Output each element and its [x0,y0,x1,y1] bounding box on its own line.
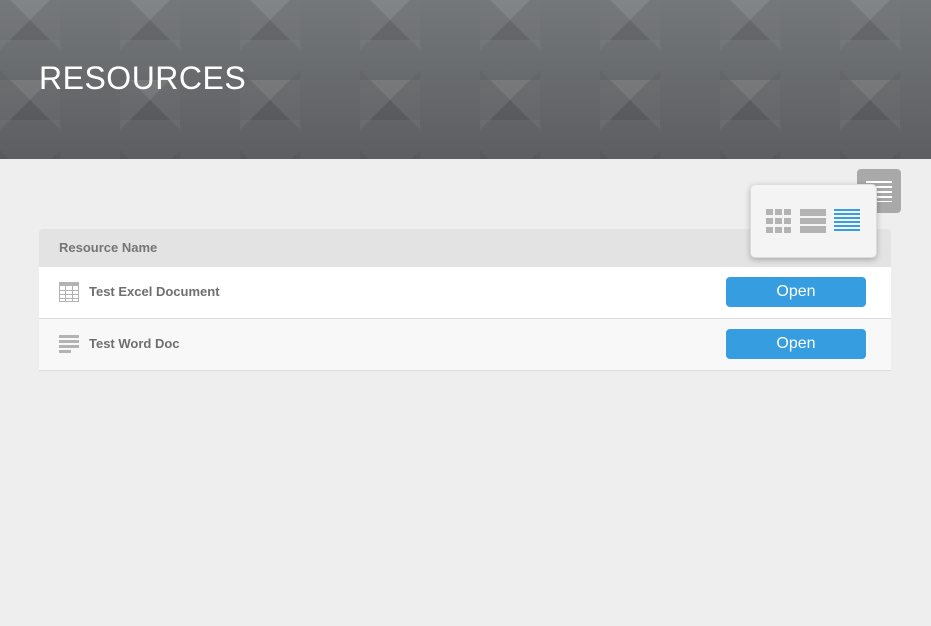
view-mode-popover [750,184,877,258]
document-icon [59,335,79,353]
row-view-icon [800,209,826,233]
grid-view-option[interactable] [766,209,792,233]
page-title: RESOURCES [39,60,247,96]
spreadsheet-icon [59,282,79,302]
list-view-option[interactable] [834,209,860,233]
page-header: RESOURCES [0,0,931,159]
table-row: Test Excel Document Open [39,267,891,319]
grid-view-icon [766,209,791,233]
row-view-option[interactable] [800,209,826,233]
table-row: Test Word Doc Open [39,319,891,371]
resource-name[interactable]: Test Word Doc [89,319,180,369]
resource-name[interactable]: Test Excel Document [89,267,220,317]
open-button[interactable]: Open [726,277,866,307]
open-button[interactable]: Open [726,329,866,359]
list-view-icon [834,209,860,231]
column-header-resource-name: Resource Name [59,240,158,255]
